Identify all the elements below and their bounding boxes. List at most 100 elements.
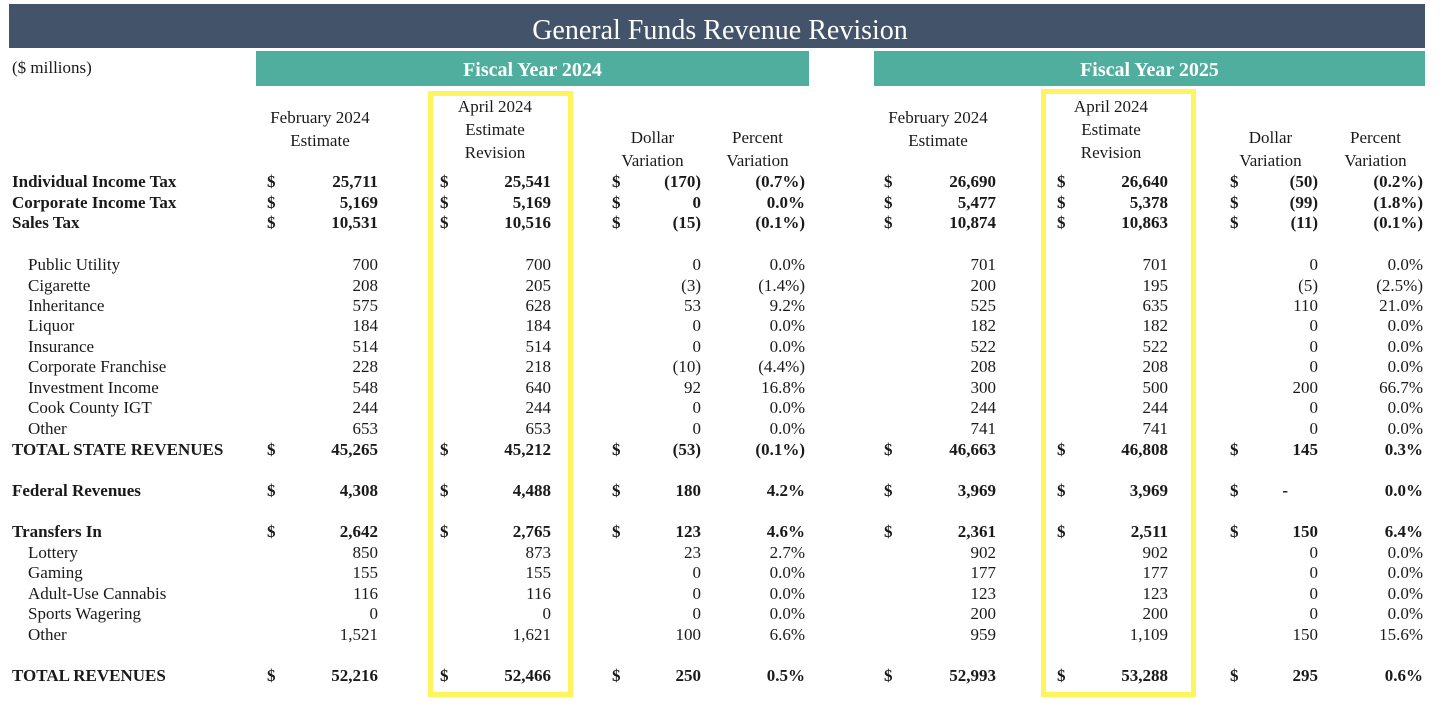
fy25-value-apr-revision: 3,969 <box>1129 481 1168 500</box>
fy24-value-dollar-variation: 250 <box>675 666 702 685</box>
fy24-value-dollar-variation: 0 <box>692 316 702 335</box>
fy24-value-feb-estimate: 700 <box>352 255 379 274</box>
fy24-value-apr-revision: 628 <box>525 296 552 315</box>
fiscal-year-2024-header: Fiscal Year 2024 <box>256 49 809 86</box>
fy24-value-feb-estimate: 116 <box>353 584 378 603</box>
fy24-value-feb-estimate: 575 <box>352 296 379 315</box>
col-header-line: Variation <box>1239 151 1302 170</box>
fy24-value-feb-estimate: 1,521 <box>339 625 378 644</box>
fy24-value-feb-estimate: 850 <box>352 543 379 562</box>
fy24-value-dollar-variation: 123 <box>675 522 702 541</box>
fy24-value-dollar-variation: (15) <box>672 213 701 232</box>
col-header-percent-variation: Percent Variation <box>1323 126 1428 172</box>
fy24-value-percent-variation: 0.0% <box>766 193 805 212</box>
fy24-value-apr-revision: 4,488 <box>512 481 551 500</box>
col-header-line: Variation <box>726 151 789 170</box>
col-header-dollar-variation: Dollar Variation <box>1218 126 1323 172</box>
fy25-value-feb-estimate: 177 <box>970 563 997 582</box>
fy24-value-apr-revision: 873 <box>525 543 552 562</box>
fy25-value-dollar-variation: 0 <box>1309 604 1319 623</box>
fy25-value-feb-estimate: 200 <box>970 604 997 623</box>
fy25-value-dollar-variation: 110 <box>1293 296 1318 315</box>
col-header-line: April 2024 <box>1073 97 1149 116</box>
fy24-value-feb-estimate: 2,642 <box>339 522 378 541</box>
fy24-value-dollar-variation: (3) <box>681 276 701 295</box>
col-header-line: Variation <box>621 151 684 170</box>
fy24-value-feb-estimate: 184 <box>352 316 379 335</box>
fy25-value-dollar-variation: 0 <box>1309 584 1319 603</box>
fy24-value-feb-estimate: 244 <box>352 398 379 417</box>
fy25-value-apr-revision: 741 <box>1142 419 1169 438</box>
fy24-value-percent-variation: (0.1%) <box>755 213 805 232</box>
fy24-value-dollar-variation: 0 <box>692 398 702 417</box>
row-label: TOTAL STATE REVENUES <box>12 440 224 459</box>
fy24-value-dollar-variation: 180 <box>675 481 702 500</box>
fy25-value-feb-estimate: 200 <box>970 276 997 295</box>
fy24-value-percent-variation: 2.7% <box>769 543 805 562</box>
col-header-feb-estimate: February 2024 Estimate <box>868 106 1008 152</box>
fy25-value-dollar-variation: 0 <box>1309 563 1319 582</box>
fy25-value-percent-variation: 66.7% <box>1379 378 1423 397</box>
fy25-value-dollar-variation: 295 <box>1292 666 1319 685</box>
fy24-value-percent-variation: 6.6% <box>769 625 805 644</box>
fy25-value-feb-estimate: 959 <box>970 625 997 644</box>
fy25-value-feb-estimate: 10,874 <box>949 213 996 232</box>
fy25-value-apr-revision: 123 <box>1142 584 1169 603</box>
fy25-value-percent-variation: 0.0% <box>1387 398 1423 417</box>
row-label: Other <box>28 625 67 644</box>
col-header-line: Percent <box>1350 128 1401 147</box>
fy24-value-apr-revision: 10,516 <box>504 213 551 232</box>
fy25-value-apr-revision: 195 <box>1142 276 1169 295</box>
row-label: Liquor <box>28 316 75 335</box>
fy24-value-apr-revision: 155 <box>525 563 552 582</box>
fy25-value-apr-revision: 208 <box>1142 357 1169 376</box>
fy24-value-feb-estimate: 52,216 <box>331 666 378 685</box>
fy25-value-percent-variation: 21.0% <box>1379 296 1423 315</box>
fy25-value-dollar-variation: 150 <box>1292 522 1319 541</box>
fy25-value-percent-variation: 0.0% <box>1387 419 1423 438</box>
col-header-line: Percent <box>732 128 783 147</box>
col-header-line: Estimate <box>1081 120 1141 139</box>
fy24-value-feb-estimate: 0 <box>369 604 379 623</box>
row-label: Investment Income <box>28 378 159 397</box>
fy24-value-percent-variation: 9.2% <box>769 296 805 315</box>
fy24-value-dollar-variation: (10) <box>672 357 701 376</box>
fy25-value-dollar-variation: 0 <box>1309 419 1319 438</box>
col-header-line: Variation <box>1344 151 1407 170</box>
fy25-value-apr-revision: 177 <box>1142 563 1169 582</box>
fy25-value-dollar-variation: 0 <box>1309 543 1319 562</box>
fy24-value-feb-estimate: 228 <box>352 357 379 376</box>
fy25-value-feb-estimate: 525 <box>970 296 997 315</box>
fy25-value-apr-revision: 701 <box>1142 255 1169 274</box>
row-label: Federal Revenues <box>12 481 141 500</box>
fy25-value-apr-revision: 5,378 <box>1129 193 1168 212</box>
fy24-value-apr-revision: 640 <box>525 378 552 397</box>
fy25-value-feb-estimate: 208 <box>970 357 997 376</box>
fy24-value-dollar-variation: 0 <box>692 193 702 212</box>
fiscal-year-2025-header: Fiscal Year 2025 <box>874 49 1425 86</box>
row-label: Adult-Use Cannabis <box>28 584 167 603</box>
fy25-value-feb-estimate: 902 <box>970 543 997 562</box>
fy25-value-dollar-variation: 0 <box>1309 316 1319 335</box>
fy25-value-percent-variation: 0.0% <box>1387 357 1423 376</box>
fy24-value-apr-revision: 218 <box>525 357 552 376</box>
col-header-feb-estimate: February 2024 Estimate <box>250 106 390 152</box>
fy25-value-percent-variation: 0.0% <box>1387 255 1423 274</box>
fy24-value-apr-revision: 25,541 <box>504 172 551 191</box>
fy25-value-feb-estimate: 244 <box>970 398 997 417</box>
col-header-line: Estimate <box>908 131 968 150</box>
fy24-value-percent-variation: 0.5% <box>766 666 805 685</box>
fy25-value-apr-revision: 200 <box>1142 604 1169 623</box>
col-header-line: Estimate <box>465 120 525 139</box>
row-label: Sales Tax <box>12 213 80 232</box>
fy24-value-dollar-variation: 0 <box>692 563 702 582</box>
fy25-value-apr-revision: 182 <box>1142 316 1169 335</box>
fy24-value-apr-revision: 2,765 <box>512 522 551 541</box>
fy25-value-dollar-variation: (99) <box>1289 193 1318 212</box>
fy24-value-percent-variation: (1.4%) <box>758 276 805 295</box>
col-header-line: February 2024 <box>270 108 370 127</box>
fy24-value-dollar-variation: 0 <box>692 419 702 438</box>
fy25-value-percent-variation: (2.5%) <box>1376 276 1423 295</box>
fy24-value-dollar-variation: 0 <box>692 604 702 623</box>
col-header-line: February 2024 <box>888 108 988 127</box>
